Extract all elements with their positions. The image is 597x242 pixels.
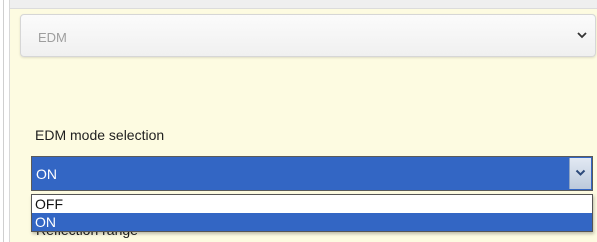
left-border-line <box>3 0 4 242</box>
chevron-down-icon <box>575 169 586 176</box>
option-on[interactable]: ON <box>32 213 592 231</box>
edm-mode-dropdown-list: OFF ON <box>31 194 593 232</box>
dropdown-toggle-button[interactable] <box>569 158 591 189</box>
chevron-down-icon <box>577 32 587 39</box>
edm-mode-select[interactable]: ON <box>31 156 593 191</box>
section-title: EDM <box>38 30 67 45</box>
edm-section-header[interactable]: EDM <box>20 14 596 57</box>
top-toolbar-strip <box>10 0 597 9</box>
option-off[interactable]: OFF <box>32 195 592 213</box>
edm-mode-selected-value: ON <box>36 166 57 182</box>
edm-mode-label: EDM mode selection <box>35 127 165 143</box>
